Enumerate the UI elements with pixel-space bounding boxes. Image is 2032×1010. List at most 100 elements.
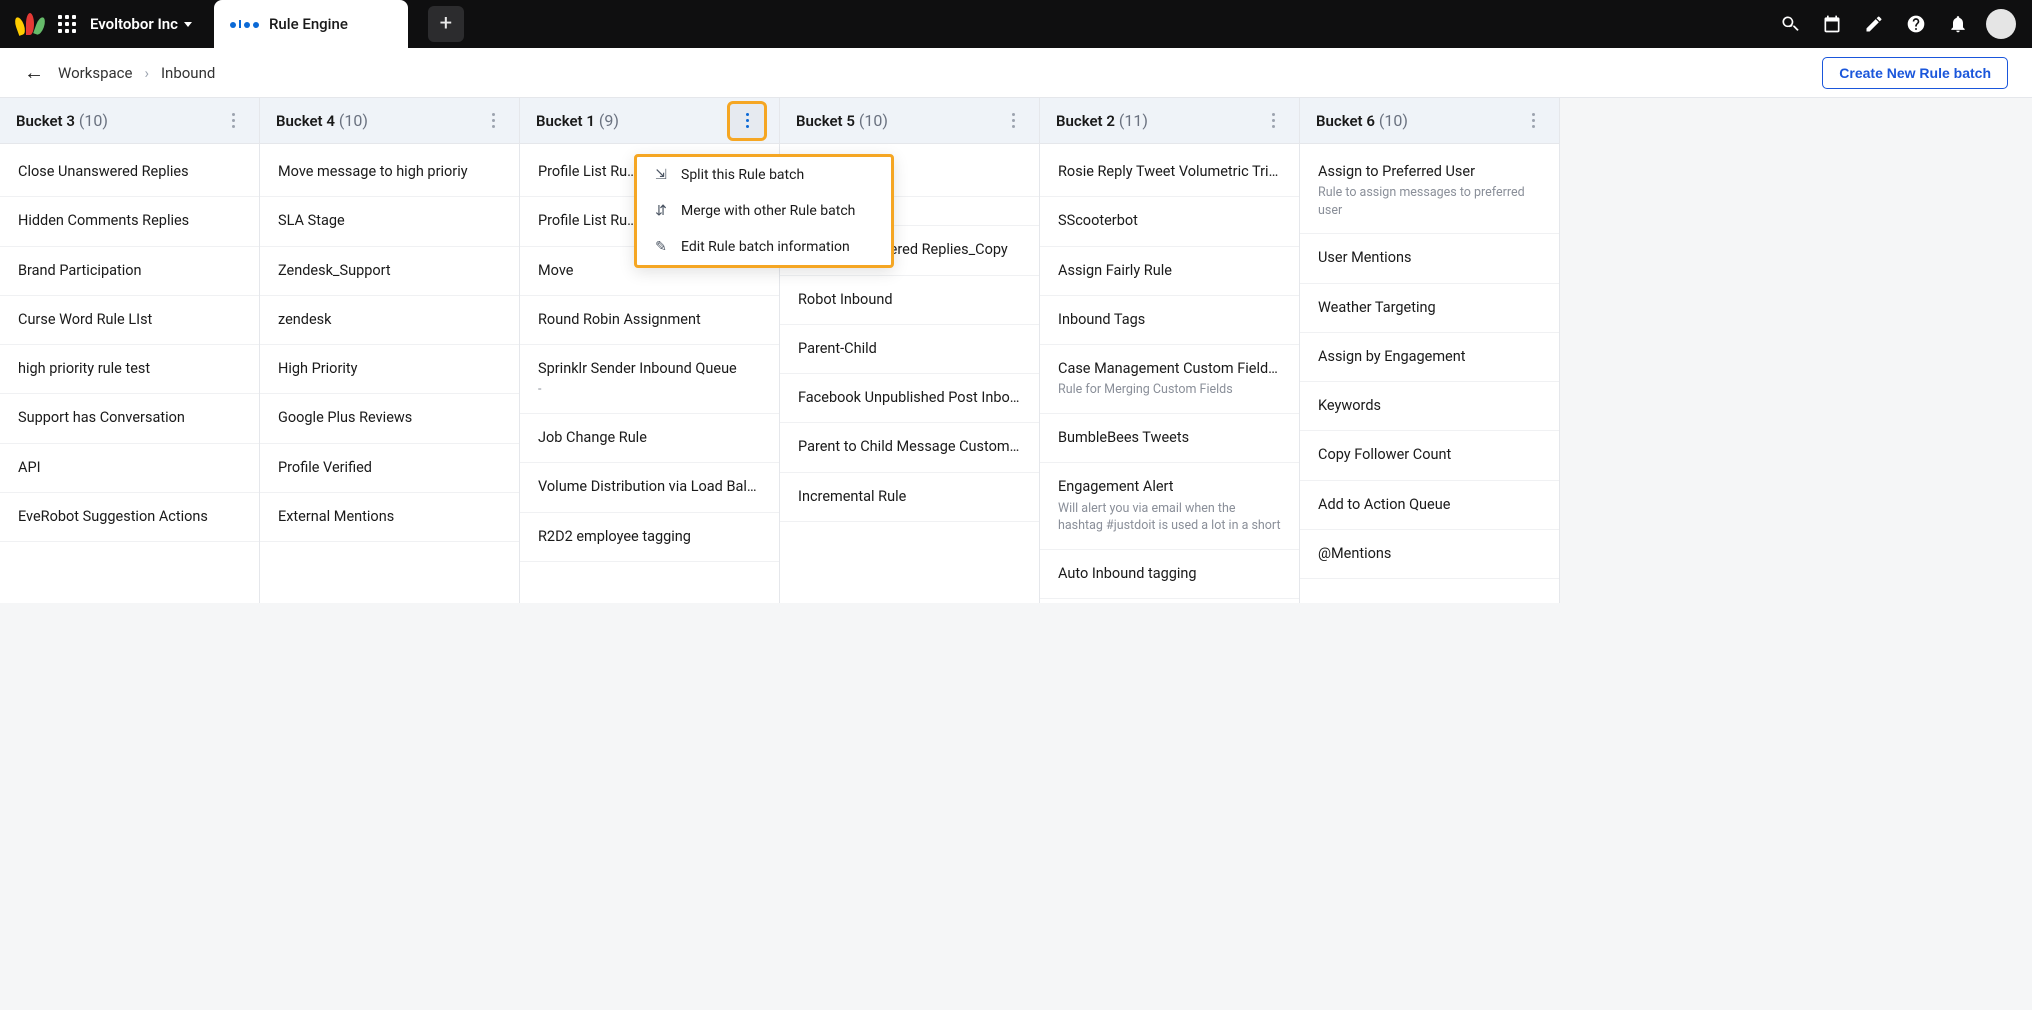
rule-card-title: Profile Verified	[278, 458, 501, 478]
rule-card[interactable]: Add to Action Queue	[1300, 481, 1559, 530]
rule-card[interactable]: Auto Inbound tagging	[1040, 550, 1299, 599]
column-menu-button[interactable]	[727, 101, 767, 141]
rule-card-title: Add to Action Queue	[1318, 495, 1541, 515]
rule-card-title: Assign Fairly Rule	[1058, 261, 1281, 281]
rule-card[interactable]: Keywords	[1300, 382, 1559, 431]
rule-card-subtitle: -	[538, 381, 761, 399]
bell-icon[interactable]	[1944, 10, 1972, 38]
board: Bucket 3 (10)Close Unanswered RepliesHid…	[0, 98, 2032, 603]
rule-card-title: API	[18, 458, 241, 478]
rule-card[interactable]: Parent-Child	[780, 325, 1039, 374]
merge-icon: ⇵	[653, 203, 669, 219]
rule-card[interactable]: API	[0, 444, 259, 493]
board-column: Bucket 6 (10)Assign to Preferred UserRul…	[1300, 98, 1560, 603]
topbar: Evoltobor Inc Rule Engine + 16	[0, 0, 2032, 48]
rule-card-title: Volume Distribution via Load Bal…	[538, 477, 761, 497]
back-arrow[interactable]: ←	[24, 60, 44, 85]
apps-icon[interactable]	[58, 15, 76, 33]
board-column: Bucket 2 (11)Rosie Reply Tweet Volumetri…	[1040, 98, 1300, 603]
rule-card[interactable]: Brand Participation	[0, 247, 259, 296]
column-menu-button[interactable]	[999, 107, 1027, 135]
column-menu-button[interactable]	[1519, 107, 1547, 135]
rule-card[interactable]: Profile Verified	[260, 444, 519, 493]
rule-card-title: high priority rule test	[18, 359, 241, 379]
rule-card[interactable]: Engagement AlertWill alert you via email…	[1040, 463, 1299, 549]
column-cards: Close Unanswered Replies Hidden Comments …	[0, 144, 259, 546]
rule-card[interactable]: Case Management Custom Field… Rule for Me…	[1040, 345, 1299, 414]
split-icon: ⇲	[653, 167, 669, 183]
rule-card-title: Zendesk_Support	[278, 261, 501, 281]
rule-card[interactable]: @Mentions	[1300, 530, 1559, 579]
column-actions-dropdown: ⇲ Split this Rule batch ⇵ Merge with oth…	[634, 154, 894, 268]
rule-card-title: Inbound Tags	[1058, 310, 1281, 330]
rule-card-subtitle: Rule for Merging Custom Fields	[1058, 381, 1281, 399]
rule-card-title: Facebook Unpublished Post Inbo…	[798, 388, 1021, 408]
rule-card[interactable]: Rosie Reply Tweet Volumetric Tri…	[1040, 148, 1299, 197]
create-rule-batch-button[interactable]: Create New Rule batch	[1822, 57, 2008, 89]
column-menu-button[interactable]	[219, 107, 247, 135]
rule-card[interactable]: Volume Distribution via Load Bal…	[520, 463, 779, 512]
rule-card[interactable]: External Mentions	[260, 493, 519, 542]
rule-card[interactable]: Inbound Tags	[1040, 296, 1299, 345]
rule-card[interactable]: SLA Stage	[260, 197, 519, 246]
rule-card[interactable]: Job Change Rule	[520, 414, 779, 463]
column-menu-button[interactable]	[479, 107, 507, 135]
dots-vertical-icon	[492, 113, 495, 128]
rule-card[interactable]: Support has Conversation	[0, 394, 259, 443]
column-menu-button[interactable]	[1259, 107, 1287, 135]
add-tab-button[interactable]: +	[428, 6, 464, 42]
svg-text:16: 16	[1828, 23, 1836, 31]
rule-card[interactable]: Round Robin Assignment	[520, 296, 779, 345]
rule-card[interactable]: zendesk	[260, 296, 519, 345]
breadcrumb-inbound[interactable]: Inbound	[161, 64, 215, 82]
rule-card-title: R2D2 employee tagging	[538, 527, 761, 547]
breadcrumb-workspace[interactable]: Workspace	[58, 64, 132, 82]
column-name: Bucket 3	[16, 112, 75, 130]
rule-card[interactable]: Hidden Comments Replies	[0, 197, 259, 246]
rule-card-title: Job Change Rule	[538, 428, 761, 448]
dropdown-merge[interactable]: ⇵ Merge with other Rule batch	[637, 193, 891, 229]
rule-card[interactable]: Move message to high prioriy	[260, 148, 519, 197]
chevron-right-icon: ›	[144, 64, 149, 82]
rule-card[interactable]: Weather Targeting	[1300, 284, 1559, 333]
rule-card[interactable]: Assign to Preferred UserRule to assign m…	[1300, 148, 1559, 234]
rule-card[interactable]: Curse Word Rule LIst	[0, 296, 259, 345]
rule-card[interactable]: Parent to Child Message Custom…	[780, 423, 1039, 472]
org-selector[interactable]: Evoltobor Inc	[90, 15, 192, 33]
rule-card-title: Case Management Custom Field…	[1058, 359, 1281, 379]
rule-card[interactable]: high priority rule test	[0, 345, 259, 394]
dots-vertical-icon	[232, 113, 235, 128]
rule-card[interactable]: R2D2 employee tagging	[520, 513, 779, 562]
rule-card[interactable]: Facebook Unpublished Post Inbo…	[780, 374, 1039, 423]
rule-card[interactable]: BumbleBees Tweets	[1040, 414, 1299, 463]
dots-vertical-icon	[1272, 113, 1275, 128]
rule-card[interactable]: Google Plus Reviews	[260, 394, 519, 443]
edit-icon[interactable]	[1860, 10, 1888, 38]
rule-card-title: Hidden Comments Replies	[18, 211, 241, 231]
column-header: Bucket 2 (11)	[1040, 98, 1299, 144]
rule-card[interactable]: SScooterbot	[1040, 197, 1299, 246]
active-tab[interactable]: Rule Engine	[214, 0, 408, 48]
rule-card-title: Parent to Child Message Custom…	[798, 437, 1021, 457]
rule-card[interactable]: Zendesk_Support	[260, 247, 519, 296]
rule-card[interactable]: EveRobot Suggestion Actions	[0, 493, 259, 542]
dropdown-edit[interactable]: ✎ Edit Rule batch information	[637, 229, 891, 265]
rule-card[interactable]: Assign by Engagement	[1300, 333, 1559, 382]
avatar[interactable]	[1986, 9, 2016, 39]
rule-card[interactable]: Assign Fairly Rule	[1040, 247, 1299, 296]
rule-card[interactable]: High Priority	[260, 345, 519, 394]
help-icon[interactable]	[1902, 10, 1930, 38]
rule-card-title: SLA Stage	[278, 211, 501, 231]
rule-card[interactable]: Incremental Rule	[780, 473, 1039, 522]
rule-card-title: Support has Conversation	[18, 408, 241, 428]
dots-vertical-icon	[1532, 113, 1535, 128]
rule-card[interactable]: Robot Inbound	[780, 276, 1039, 325]
dropdown-split[interactable]: ⇲ Split this Rule batch	[637, 157, 891, 193]
rule-card[interactable]: Copy Follower Count	[1300, 431, 1559, 480]
rule-card[interactable]: Close Unanswered Replies	[0, 148, 259, 197]
rule-card[interactable]: User Mentions	[1300, 234, 1559, 283]
rule-card[interactable]: Sprinklr Sender Inbound Queue-	[520, 345, 779, 414]
search-icon[interactable]	[1776, 10, 1804, 38]
rule-card-title: Parent-Child	[798, 339, 1021, 359]
calendar-icon[interactable]: 16	[1818, 10, 1846, 38]
